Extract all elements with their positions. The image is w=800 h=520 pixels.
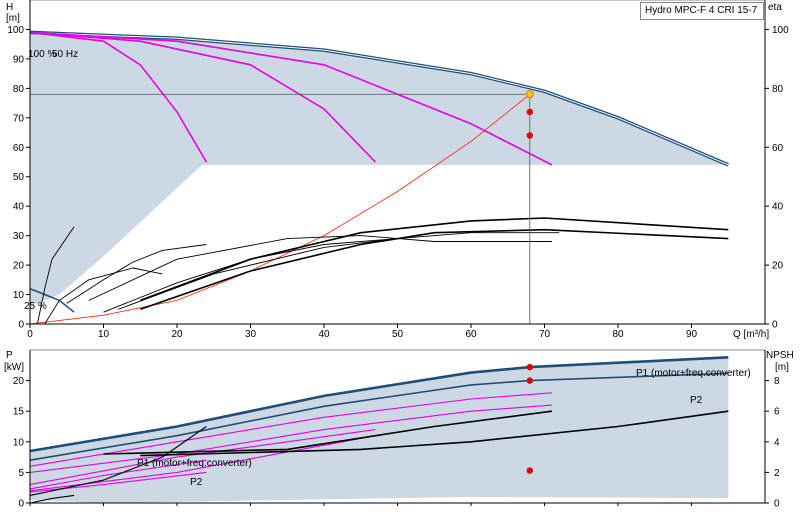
annotation-25-percent: 25 % bbox=[24, 301, 47, 312]
power-tick-label-20: 20 bbox=[13, 376, 25, 387]
power-panel: 0 5 10 15 20 0 2 4 6 8 P[kW] NPSH[m] P1 (motor+freq.… bbox=[4, 349, 794, 510]
power-marker-1 bbox=[526, 377, 533, 384]
flow-tick-label-40: 40 bbox=[318, 329, 330, 340]
head-tick-label-0: 0 bbox=[18, 320, 24, 331]
eta-marker-1 bbox=[526, 132, 533, 139]
head-axis-label: H bbox=[6, 2, 13, 13]
npsh-axis-label: NPSH bbox=[766, 350, 794, 361]
flow-tick-label-30: 30 bbox=[245, 329, 257, 340]
head-tick-label-90: 90 bbox=[13, 54, 25, 65]
flow-tick-label-70: 70 bbox=[539, 329, 551, 340]
npsh-tick-label-6: 6 bbox=[774, 407, 780, 418]
eta-tick-label-80: 80 bbox=[772, 84, 784, 95]
flow-tick-label-80: 80 bbox=[612, 329, 624, 340]
flow-tick-label-90: 90 bbox=[686, 329, 698, 340]
operating-point bbox=[525, 90, 534, 99]
power-marker-0 bbox=[526, 363, 533, 371]
flow-axis-label: Q [m³/h] bbox=[733, 329, 769, 340]
head-tick-label-50: 50 bbox=[13, 172, 25, 183]
head-tick-label-20: 20 bbox=[13, 261, 25, 272]
p1-label-upper: P1 (motor+freq.converter) bbox=[636, 368, 751, 379]
eta-axis-label: eta bbox=[768, 2, 782, 13]
head-axis-unit: [m] bbox=[6, 13, 20, 24]
head-tick-label-40: 40 bbox=[13, 202, 25, 213]
eta-tick-label-20: 20 bbox=[772, 261, 784, 272]
power-tick-label-0: 0 bbox=[18, 499, 24, 510]
power-axis-unit: [kW] bbox=[4, 362, 24, 373]
chart-title: Hydro MPC-F 4 CRI 15-7 bbox=[640, 2, 764, 20]
flow-tick-label-10: 10 bbox=[98, 329, 110, 340]
head-tick-label-70: 70 bbox=[13, 113, 25, 124]
p1-label-lower: P1 (motor+freq.converter) bbox=[137, 458, 252, 469]
flow-tick-label-0: 0 bbox=[27, 329, 33, 340]
head-tick-label-30: 30 bbox=[13, 231, 25, 242]
power-tick-label-10: 10 bbox=[13, 437, 25, 448]
eta-marker-0 bbox=[526, 108, 533, 116]
pump-curve-chart: 01020304050607080901000204060801000 10 20 3… bbox=[4, 0, 794, 510]
eta-tick-label-60: 60 bbox=[772, 143, 784, 154]
p2-label-upper: P2 bbox=[690, 395, 703, 406]
npsh-tick-label-2: 2 bbox=[774, 468, 780, 479]
eta-tick-label-0: 0 bbox=[772, 320, 778, 331]
npsh-tick-label-4: 4 bbox=[774, 437, 780, 448]
head-tick-label-100: 100 bbox=[7, 25, 24, 36]
npsh-tick-label-8: 8 bbox=[774, 376, 780, 387]
head-panel: 0 10 20 30 40 50 60 70 80 90 100 0 20 40 60 80 100 0 10 20 3… bbox=[6, 0, 789, 340]
npsh-tick-label-0: 0 bbox=[774, 499, 780, 510]
power-axis-label: P bbox=[6, 350, 13, 361]
head-tick-label-60: 60 bbox=[13, 143, 25, 154]
npsh-axis-unit: [m] bbox=[775, 362, 789, 373]
annotation-50-hz: 50 Hz bbox=[52, 49, 78, 60]
eta-tick-label-40: 40 bbox=[772, 202, 784, 213]
head-tick-label-80: 80 bbox=[13, 84, 25, 95]
eta-tick-label-100: 100 bbox=[772, 25, 789, 36]
power-tick-label-15: 15 bbox=[13, 407, 25, 418]
flow-tick-label-20: 20 bbox=[171, 329, 183, 340]
power-marker-2 bbox=[526, 467, 533, 474]
head-tick-label-10: 10 bbox=[13, 290, 25, 301]
power-tick-label-5: 5 bbox=[18, 468, 24, 479]
p2-label-lower: P2 bbox=[190, 477, 203, 488]
flow-tick-label-60: 60 bbox=[465, 329, 477, 340]
flow-tick-label-50: 50 bbox=[392, 329, 404, 340]
